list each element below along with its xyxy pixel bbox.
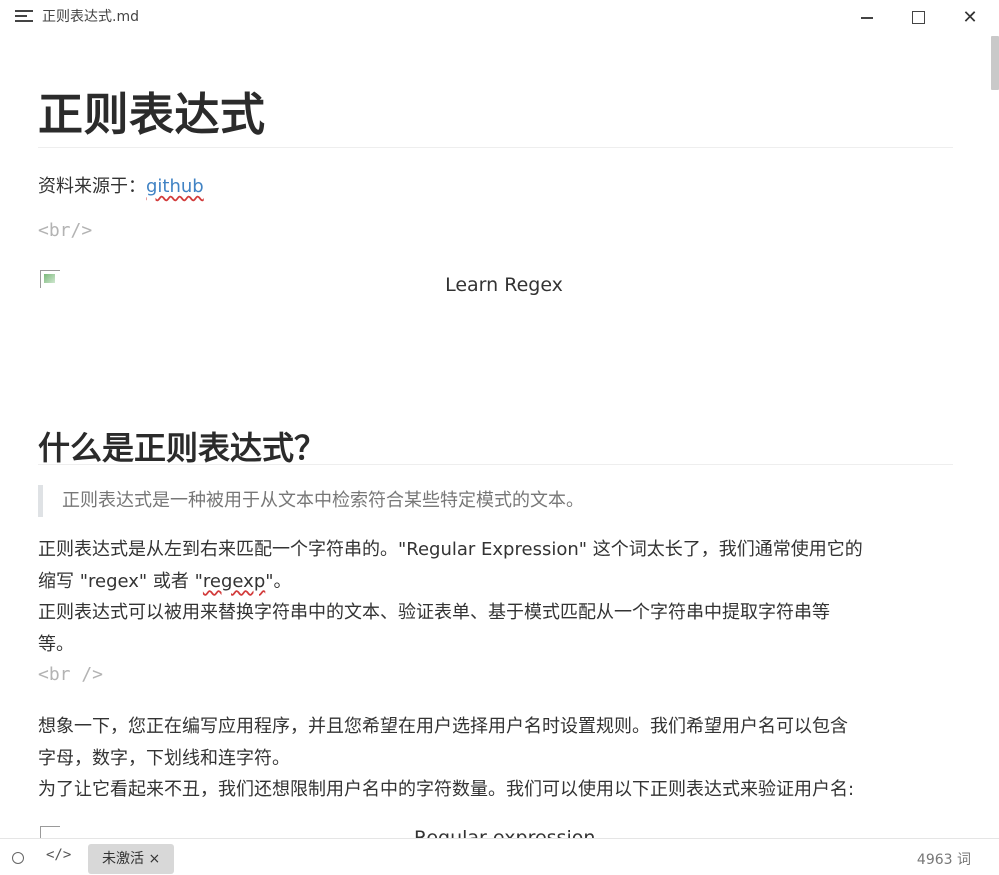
vertical-scrollbar[interactable] (990, 34, 999, 838)
paragraph-line: 等。 (38, 633, 74, 655)
image-alt-text: Regular expression (414, 827, 596, 838)
maximize-button[interactable] (892, 0, 944, 34)
close-icon: ✕ (962, 6, 978, 28)
close-button[interactable]: ✕ (944, 0, 996, 34)
br-code-span: <br/> (38, 220, 93, 241)
status-bar: </> 未激活 × 4963 词 (0, 838, 999, 875)
paragraph-line: 正则表达式可以被用来替换字符串中的文本、验证表单、基于模式匹配从一个字符串中提取… (38, 602, 830, 623)
sidebar-toggle-icon[interactable] (12, 852, 24, 864)
heading-2: 什么是正则表达式？ (38, 429, 327, 467)
source-prefix: 资料来源于： (38, 176, 146, 197)
paragraph-line: 为了让它看起来不丑，我们还想限制用户名中的字符数量。我们可以使用以下正则表达式来… (38, 779, 855, 800)
broken-image-icon[interactable] (40, 826, 60, 838)
source-mode-icon[interactable]: </> (46, 847, 71, 863)
title-bar: 正则表达式.md ✕ (0, 0, 999, 34)
heading-1-underline (38, 147, 953, 148)
image-alt-text: Learn Regex (445, 274, 563, 296)
paragraph-intro: 正则表达式是从左到右来匹配一个字符串的。"Regular Expression"… (38, 534, 953, 660)
paragraph-username: 想象一下，您正在编写应用程序，并且您希望在用户选择用户名时设置规则。我们希望用户… (38, 711, 953, 806)
paragraph-line: 想象一下，您正在编写应用程序，并且您希望在用户选择用户名时设置规则。我们希望用户… (38, 716, 848, 737)
source-paragraph: 资料来源于：github (38, 172, 204, 198)
window-title: 正则表达式.md (42, 9, 139, 25)
activation-badge[interactable]: 未激活 × (88, 844, 175, 874)
word-count[interactable]: 4963 词 (917, 849, 971, 869)
paragraph-line: 缩写 "regex" 或者 "regexp"。 (38, 570, 292, 592)
maximize-icon (911, 10, 925, 24)
hamburger-menu-icon[interactable] (15, 9, 33, 23)
editor-content[interactable]: 正则表达式 资料来源于：github <br/> Learn Regex 什么是… (38, 34, 953, 838)
heading-2-underline (38, 464, 953, 465)
github-link[interactable]: github (146, 176, 204, 197)
br-code-span: <br /> (38, 664, 104, 685)
minimize-icon (861, 17, 873, 19)
spellcheck-word: regexp (202, 570, 266, 592)
heading-1: 正则表达式 (38, 88, 266, 141)
minimize-button[interactable] (841, 0, 893, 34)
paragraph-line: 正则表达式是从左到右来匹配一个字符串的。"Regular Expression"… (38, 539, 863, 560)
paragraph-line: 字母，数字，下划线和连字符。 (38, 747, 290, 769)
blockquote: 正则表达式是一种被用于从文本中检索符合某些特定模式的文本。 (38, 485, 584, 517)
scrollbar-thumb[interactable] (991, 36, 999, 90)
